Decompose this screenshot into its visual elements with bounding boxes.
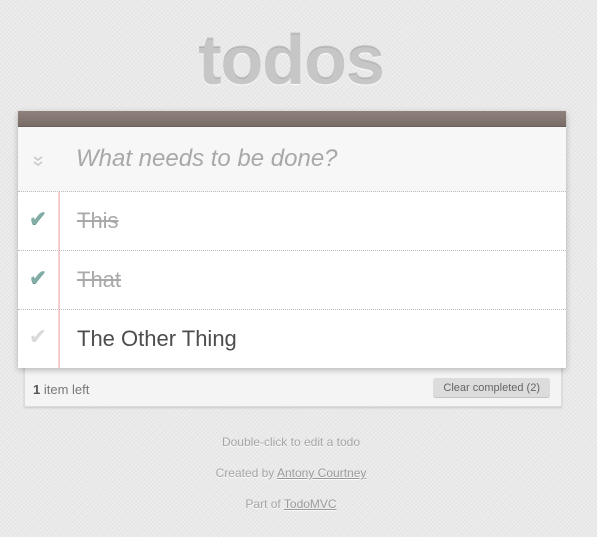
credits-prefix: Created by <box>215 466 275 480</box>
new-todo-row <box>18 127 566 192</box>
todo-footer: 1 item left Clear completed (2) <box>24 370 560 405</box>
checkmark-icon[interactable]: ✔ <box>27 326 49 350</box>
double-chevron-down-icon <box>33 156 43 166</box>
todo-item[interactable]: ✔ That <box>18 251 566 310</box>
todo-count-suffix: item left <box>43 382 90 397</box>
todo-item[interactable]: ✔ The Other Thing <box>18 310 566 368</box>
todo-label[interactable]: That <box>77 267 121 293</box>
todo-app: ✔ This ✔ That ✔ The Other Thing <box>18 111 566 368</box>
todo-label[interactable]: This <box>77 208 119 234</box>
todo-label[interactable]: The Other Thing <box>77 326 237 352</box>
header-strip <box>18 111 566 127</box>
app-title: todos <box>198 21 385 99</box>
todo-count-number: 1 <box>33 382 41 397</box>
credits-line: Created by Antony Courtney <box>0 465 582 481</box>
todo-list: ✔ This ✔ That ✔ The Other Thing <box>18 192 566 368</box>
info-footer: Double-click to edit a todo Created by A… <box>0 434 582 527</box>
clear-completed-button[interactable]: Clear completed (2) <box>433 378 550 398</box>
new-todo-input[interactable] <box>76 142 546 176</box>
todo-count: 1 item left <box>33 382 89 397</box>
toggle-all-icon[interactable] <box>29 152 47 170</box>
todo-item[interactable]: ✔ This <box>18 192 566 251</box>
todomvc-link[interactable]: TodoMVC <box>284 497 337 511</box>
checkmark-icon[interactable]: ✔ <box>27 208 49 232</box>
checkmark-icon[interactable]: ✔ <box>27 267 49 291</box>
part-of-prefix: Part of <box>245 497 281 511</box>
author-link[interactable]: Antony Courtney <box>277 466 366 480</box>
edit-hint: Double-click to edit a todo <box>221 435 361 449</box>
part-of-line: Part of TodoMVC <box>0 496 582 512</box>
